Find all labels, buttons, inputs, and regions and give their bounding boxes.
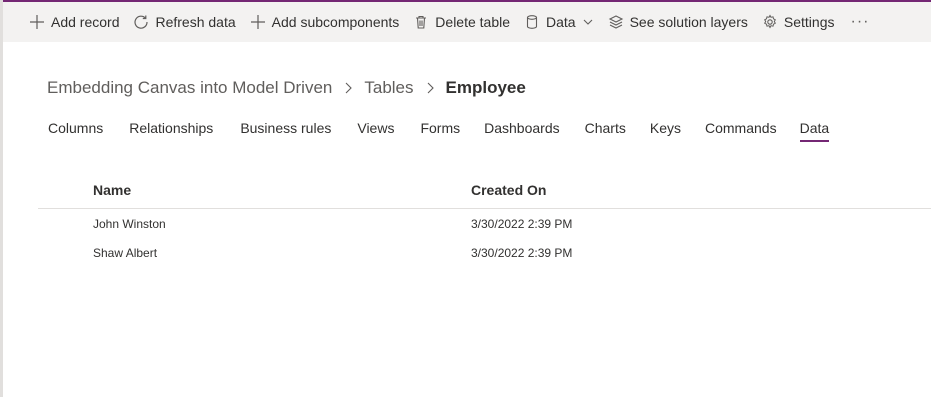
- table-row[interactable]: Shaw Albert 3/30/2022 2:39 PM: [38, 239, 931, 268]
- tab-charts[interactable]: Charts: [585, 117, 626, 139]
- more-commands-button[interactable]: ···: [848, 2, 869, 42]
- tab-forms[interactable]: Forms: [420, 117, 460, 139]
- cell-created-on: 3/30/2022 2:39 PM: [471, 217, 573, 231]
- breadcrumb-tables[interactable]: Tables: [364, 78, 413, 98]
- add-record-button[interactable]: Add record: [29, 2, 119, 42]
- settings-button[interactable]: Settings: [762, 2, 835, 42]
- add-subcomponents-label: Add subcomponents: [271, 14, 400, 30]
- grid-header: Name Created On: [38, 174, 931, 209]
- tab-data[interactable]: Data: [799, 117, 829, 142]
- settings-label: Settings: [783, 14, 835, 30]
- breadcrumb-current: Employee: [445, 78, 526, 97]
- see-solution-layers-button[interactable]: See solution layers: [608, 2, 748, 42]
- gear-icon: [762, 14, 778, 30]
- breadcrumb: Embedding Canvas into Model Driven Table…: [47, 76, 526, 100]
- refresh-data-label: Refresh data: [155, 14, 236, 30]
- plus-icon: [250, 14, 266, 30]
- refresh-icon: [133, 14, 149, 30]
- plus-icon: [29, 14, 45, 30]
- tab-keys[interactable]: Keys: [650, 117, 681, 139]
- tab-dashboards[interactable]: Dashboards: [484, 117, 560, 139]
- chevron-right-icon: [423, 81, 437, 95]
- add-record-label: Add record: [51, 14, 120, 30]
- layers-icon: [608, 14, 624, 30]
- add-subcomponents-button[interactable]: Add subcomponents: [250, 2, 400, 42]
- table-tabs: Columns Relationships Business rules Vie…: [48, 116, 829, 142]
- tab-relationships[interactable]: Relationships: [129, 117, 213, 139]
- column-header-name[interactable]: Name: [93, 182, 131, 198]
- tab-commands[interactable]: Commands: [705, 117, 777, 139]
- more-icon: ···: [850, 13, 870, 30]
- trash-icon: [413, 14, 429, 30]
- data-menu-label: Data: [546, 14, 576, 30]
- tab-views[interactable]: Views: [357, 117, 394, 139]
- command-bar: Add record Refresh data Add subcomponent…: [3, 2, 931, 42]
- delete-table-button[interactable]: Delete table: [413, 2, 510, 42]
- cell-name: Shaw Albert: [93, 246, 158, 260]
- refresh-data-button[interactable]: Refresh data: [133, 2, 236, 42]
- data-menu-button[interactable]: Data: [524, 2, 594, 42]
- delete-table-label: Delete table: [435, 14, 511, 30]
- tab-columns[interactable]: Columns: [48, 117, 103, 139]
- breadcrumb-solution[interactable]: Embedding Canvas into Model Driven: [47, 78, 332, 98]
- cell-name: John Winston: [93, 217, 166, 231]
- chevron-right-icon: [341, 81, 355, 95]
- chevron-down-icon: [582, 16, 594, 28]
- see-solution-layers-label: See solution layers: [629, 14, 748, 30]
- left-border: [0, 0, 3, 397]
- cell-created-on: 3/30/2022 2:39 PM: [471, 246, 573, 260]
- tab-business-rules[interactable]: Business rules: [240, 117, 331, 139]
- database-icon: [524, 14, 540, 30]
- table-row[interactable]: John Winston 3/30/2022 2:39 PM: [38, 210, 931, 239]
- column-header-created-on[interactable]: Created On: [471, 182, 546, 198]
